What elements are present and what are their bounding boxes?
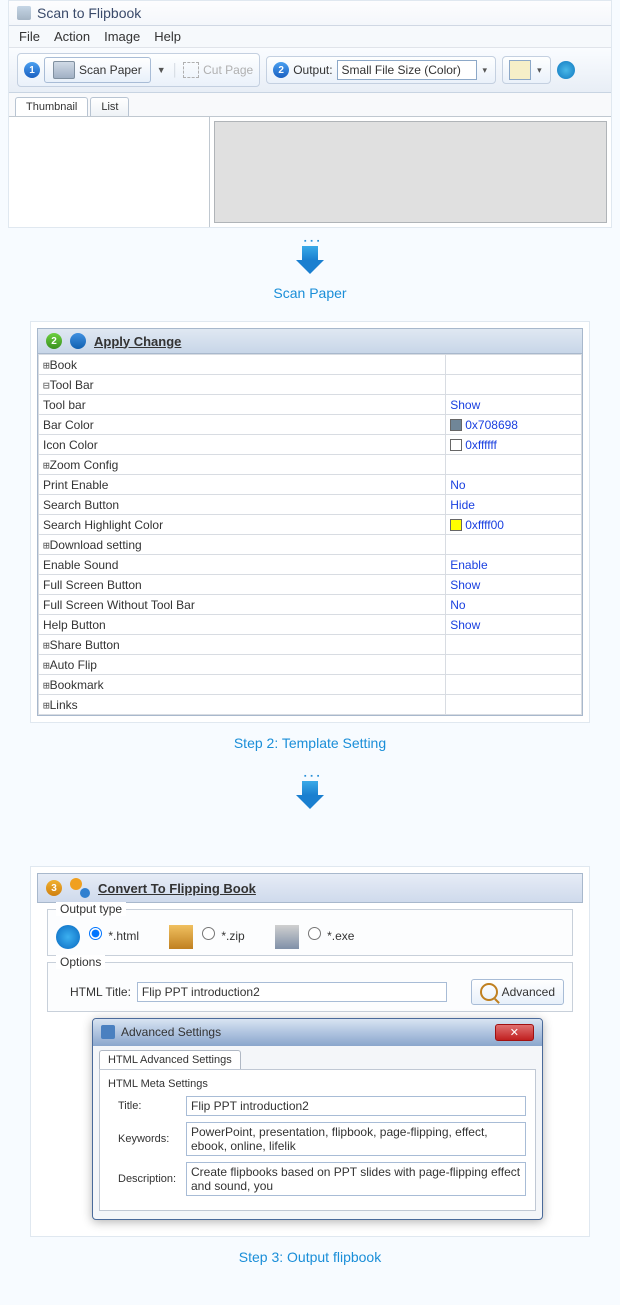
output-select[interactable]: Small File Size (Color) — [337, 60, 477, 80]
property-row[interactable]: Search Highlight Color0xffff00 — [39, 515, 582, 535]
apply-badge: 2 — [46, 333, 62, 349]
thumbnail-tab[interactable]: Thumbnail — [15, 97, 88, 116]
dialog-title: Advanced Settings — [121, 1025, 221, 1039]
cut-page-button[interactable]: Cut Page — [203, 63, 253, 77]
property-row[interactable]: ⊞Download setting — [39, 535, 582, 555]
toolbar: 1 Scan Paper ▼ │ Cut Page 2 Output: Smal… — [9, 48, 611, 93]
flow-arrow-2: ▪ ▪ ▪ — [0, 771, 620, 816]
scan-paper-button[interactable]: Scan Paper — [44, 57, 151, 83]
meta-keywords-input[interactable]: PowerPoint, presentation, flipbook, page… — [186, 1122, 526, 1156]
property-row[interactable]: Full Screen ButtonShow — [39, 575, 582, 595]
advanced-settings-dialog: Advanced Settings ✕ HTML Advanced Settin… — [92, 1018, 543, 1220]
workspace — [9, 116, 611, 227]
dialog-icon — [101, 1025, 115, 1039]
html-icon — [56, 925, 80, 949]
meta-title-input[interactable]: Flip PPT introduction2 — [186, 1096, 526, 1116]
options-label: Options — [56, 955, 105, 969]
output-type-group: Output type *.html *.zip *.exe — [47, 909, 573, 956]
app-icon — [17, 6, 31, 20]
advanced-button[interactable]: Advanced — [471, 979, 564, 1005]
meta-desc-input[interactable]: Create flipbooks based on PPT slides wit… — [186, 1162, 526, 1196]
gears-icon — [70, 878, 90, 898]
zip-icon — [169, 925, 193, 949]
menu-image[interactable]: Image — [104, 29, 140, 44]
radio-exe[interactable]: *.exe — [275, 924, 355, 949]
html-title-input[interactable]: Flip PPT introduction2 — [137, 982, 447, 1002]
convert-header: 3 Convert To Flipping Book — [37, 873, 583, 903]
scan-dropdown-arrow[interactable]: ▼ — [155, 65, 168, 75]
property-row[interactable]: Icon Color0xffffff — [39, 435, 582, 455]
meta-section-label: HTML Meta Settings — [108, 1078, 527, 1090]
menu-action[interactable]: Action — [54, 29, 90, 44]
radio-html[interactable]: *.html — [56, 924, 139, 949]
property-row[interactable]: Search ButtonHide — [39, 495, 582, 515]
page-color-swatch[interactable] — [509, 60, 531, 80]
property-grid[interactable]: ⊞Book⊟Tool BarTool barShowBar Color0x708… — [37, 354, 583, 716]
property-row[interactable]: ⊞Bookmark — [39, 675, 582, 695]
left-tabs: Thumbnail List — [9, 93, 611, 116]
property-row[interactable]: ⊞Auto Flip — [39, 655, 582, 675]
settings-gear-icon[interactable] — [557, 61, 575, 79]
property-row[interactable]: ⊟Tool Bar — [39, 375, 582, 395]
menu-help[interactable]: Help — [154, 29, 181, 44]
html-title-label: HTML Title: — [70, 985, 131, 999]
menubar: File Action Image Help — [9, 26, 611, 48]
cut-page-icon — [183, 62, 199, 78]
meta-desc-label: Description: — [118, 1173, 178, 1185]
radio-zip[interactable]: *.zip — [169, 924, 245, 949]
convert-title[interactable]: Convert To Flipping Book — [98, 881, 256, 896]
property-row[interactable]: Full Screen Without Tool BarNo — [39, 595, 582, 615]
exe-icon — [275, 925, 299, 949]
property-row[interactable]: Enable SoundEnable — [39, 555, 582, 575]
step1-badge: 1 — [24, 62, 40, 78]
options-group: Options HTML Title: Flip PPT introductio… — [47, 962, 573, 1012]
magnify-icon — [480, 983, 498, 1001]
list-tab[interactable]: List — [90, 97, 129, 116]
apply-change-header: 2 Apply Change — [37, 328, 583, 354]
output-label: Output: — [293, 63, 332, 77]
caption-scan-paper: Scan Paper — [0, 281, 620, 321]
property-row[interactable]: ⊞Book — [39, 355, 582, 375]
refresh-icon[interactable] — [70, 333, 86, 349]
property-row[interactable]: Tool barShow — [39, 395, 582, 415]
property-row[interactable]: ⊞Zoom Config — [39, 455, 582, 475]
property-row[interactable]: ⊞Share Button — [39, 635, 582, 655]
property-row[interactable]: Print EnableNo — [39, 475, 582, 495]
scanner-icon — [53, 61, 75, 79]
step2-badge: 2 — [273, 62, 289, 78]
app-title: Scan to Flipbook — [37, 5, 141, 21]
property-row[interactable]: ⊞Links — [39, 695, 582, 715]
convert-badge: 3 — [46, 880, 62, 896]
output-type-label: Output type — [56, 902, 126, 916]
preview-pane — [214, 121, 607, 223]
scan-paper-label: Scan Paper — [79, 63, 142, 77]
output-dropdown-arrow[interactable]: ▾ — [481, 65, 490, 76]
menu-file[interactable]: File — [19, 29, 40, 44]
meta-keywords-label: Keywords: — [118, 1133, 178, 1145]
window-titlebar: Scan to Flipbook — [9, 1, 611, 26]
dialog-tab-html[interactable]: HTML Advanced Settings — [99, 1050, 241, 1069]
caption-step3: Step 3: Output flipbook — [0, 1237, 620, 1285]
property-row[interactable]: Bar Color0x708698 — [39, 415, 582, 435]
thumbnail-pane — [9, 117, 210, 227]
apply-change-title[interactable]: Apply Change — [94, 334, 181, 349]
dialog-close-button[interactable]: ✕ — [495, 1024, 534, 1041]
color-dropdown-arrow[interactable]: ▾ — [535, 65, 544, 76]
caption-step2: Step 2: Template Setting — [0, 723, 620, 771]
meta-title-label: Title: — [118, 1100, 178, 1112]
property-row[interactable]: Help ButtonShow — [39, 615, 582, 635]
flow-arrow-1: ▪ ▪ ▪ — [0, 236, 620, 281]
